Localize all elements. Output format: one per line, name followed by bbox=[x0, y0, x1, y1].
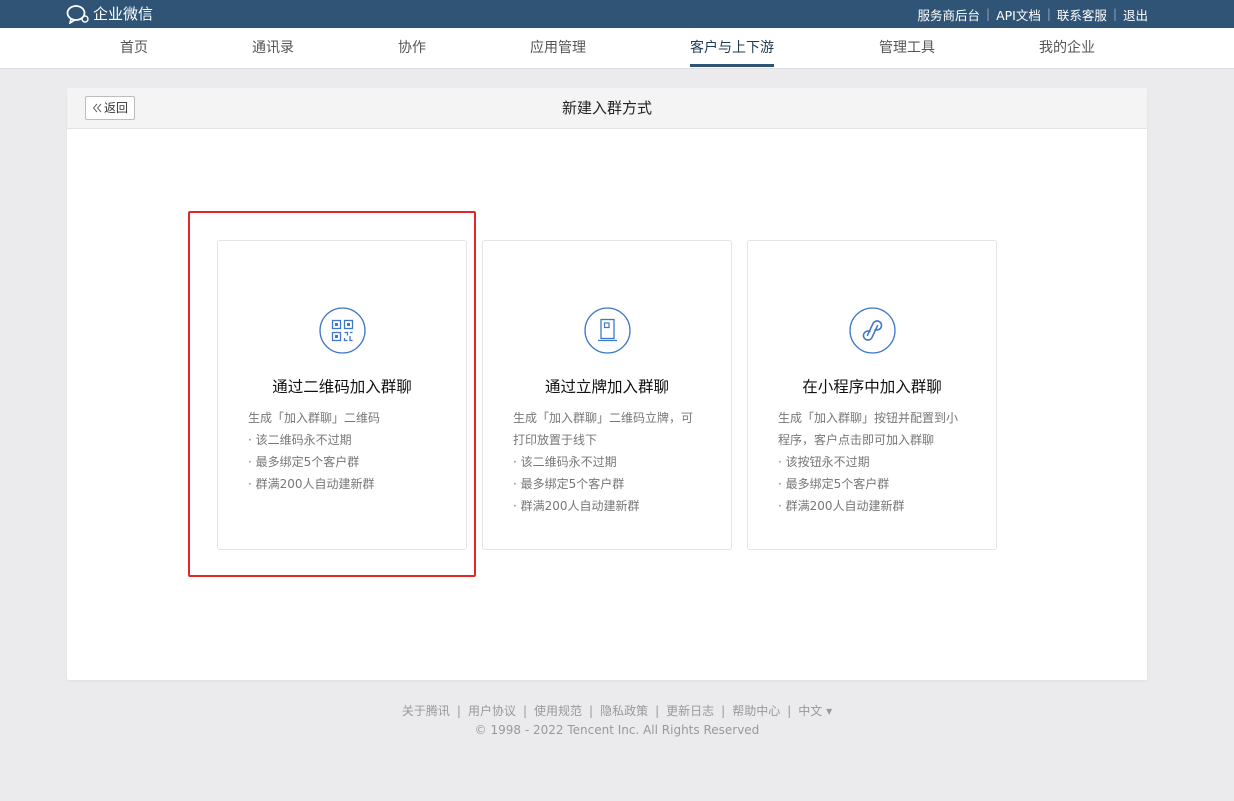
footer-link-privacy[interactable]: 隐私政策 bbox=[600, 704, 648, 718]
card-desc-line: 程序，客户点击即可加入群聊 bbox=[778, 433, 935, 447]
footer-link-usage-rules[interactable]: 使用规范 bbox=[534, 704, 582, 718]
separator: | bbox=[655, 704, 660, 718]
card-desc-line: · 群满200人自动建新群 bbox=[248, 477, 375, 491]
card-desc-line: · 最多绑定5个客户群 bbox=[248, 455, 360, 469]
card-desc-line: · 最多绑定5个客户群 bbox=[778, 477, 890, 491]
app-logo[interactable]: 企业微信 bbox=[66, 3, 153, 25]
separator: | bbox=[787, 704, 792, 718]
back-button-label: 返回 bbox=[104, 101, 129, 115]
card-title: 通过二维码加入群聊 bbox=[272, 378, 412, 396]
link-api-docs[interactable]: API文档 bbox=[996, 5, 1041, 24]
card-desc-line: 生成「加入群聊」二维码立牌，可 bbox=[513, 411, 694, 425]
nav-app-management[interactable]: 应用管理 bbox=[530, 28, 586, 68]
main-panel: 新建入群方式 返回 通过二维码加入群聊 生成「加入群聊」二维码 · 该二维码永不… bbox=[67, 88, 1147, 680]
card-desc-line: · 该二维码永不过期 bbox=[513, 455, 617, 469]
card-desc-line: · 群满200人自动建新群 bbox=[778, 499, 905, 513]
qr-code-icon bbox=[319, 307, 366, 354]
card-desc-line: · 最多绑定5个客户群 bbox=[513, 477, 625, 491]
card-description: 生成「加入群聊」二维码 · 该二维码永不过期 · 最多绑定5个客户群 · 群满2… bbox=[248, 407, 444, 495]
card-desc-line: 打印放置于线下 bbox=[513, 433, 598, 447]
link-contact-support[interactable]: 联系客服 bbox=[1057, 5, 1107, 24]
separator: | bbox=[721, 704, 726, 718]
nav-home[interactable]: 首页 bbox=[120, 28, 148, 68]
card-desc-line: 生成「加入群聊」按钮并配置到小 bbox=[778, 411, 959, 425]
footer-link-changelog[interactable]: 更新日志 bbox=[666, 704, 714, 718]
top-links: 服务商后台 | API文档 | 联系客服 | 退出 bbox=[918, 0, 1148, 28]
card-desc-line: 生成「加入群聊」二维码 bbox=[248, 411, 381, 425]
card-title: 通过立牌加入群聊 bbox=[544, 378, 669, 396]
copyright: © 1998 - 2022 Tencent Inc. All Rights Re… bbox=[474, 723, 760, 737]
wecom-logo-icon bbox=[66, 5, 89, 24]
nav-management-tools[interactable]: 管理工具 bbox=[879, 28, 935, 68]
link-logout[interactable]: 退出 bbox=[1123, 5, 1148, 24]
main-nav: 首页 通讯录 协作 应用管理 客户与上下游 管理工具 我的企业 bbox=[0, 28, 1234, 69]
card-title: 在小程序中加入群聊 bbox=[802, 378, 942, 396]
back-button[interactable]: 返回 bbox=[85, 96, 136, 120]
nav-my-enterprise[interactable]: 我的企业 bbox=[1039, 28, 1095, 68]
card-desc-line: · 该按钮永不过期 bbox=[778, 455, 870, 469]
separator: | bbox=[1046, 7, 1051, 21]
panel-header: 新建入群方式 返回 bbox=[67, 88, 1147, 129]
language-selector[interactable]: 中文 ▾ bbox=[798, 704, 832, 718]
separator: | bbox=[456, 704, 461, 718]
link-service-provider[interactable]: 服务商后台 bbox=[918, 5, 981, 24]
separator: | bbox=[1112, 7, 1117, 21]
double-chevron-left-icon bbox=[92, 103, 102, 113]
app-logo-text: 企业微信 bbox=[93, 5, 154, 23]
separator: | bbox=[589, 704, 594, 718]
card-miniprogram-join[interactable]: 在小程序中加入群聊 生成「加入群聊」按钮并配置到小 程序，客户点击即可加入群聊 … bbox=[747, 240, 997, 550]
standee-icon bbox=[584, 307, 631, 354]
card-description: 生成「加入群聊」二维码立牌，可 打印放置于线下 · 该二维码永不过期 · 最多绑… bbox=[513, 407, 709, 517]
nav-customers[interactable]: 客户与上下游 bbox=[690, 28, 774, 68]
footer-link-help[interactable]: 帮助中心 bbox=[732, 704, 780, 718]
footer-links: 关于腾讯 | 用户协议 | 使用规范 | 隐私政策 | 更新日志 | 帮助中心 | 中文 ▾ bbox=[0, 702, 1234, 719]
mini-program-icon bbox=[849, 307, 896, 354]
card-desc-line: · 群满200人自动建新群 bbox=[513, 499, 640, 513]
footer-link-about[interactable]: 关于腾讯 bbox=[402, 704, 450, 718]
separator: | bbox=[522, 704, 528, 718]
top-bar: 企业微信 服务商后台 | API文档 | 联系客服 | 退出 bbox=[0, 0, 1234, 28]
footer-link-user-agreement[interactable]: 用户协议 bbox=[468, 704, 516, 718]
nav-contacts[interactable]: 通讯录 bbox=[252, 28, 294, 68]
card-desc-line: · 该二维码永不过期 bbox=[248, 433, 352, 447]
card-description: 生成「加入群聊」按钮并配置到小 程序，客户点击即可加入群聊 · 该按钮永不过期 … bbox=[778, 407, 974, 517]
nav-collaboration[interactable]: 协作 bbox=[398, 28, 426, 68]
card-qrcode-join[interactable]: 通过二维码加入群聊 生成「加入群聊」二维码 · 该二维码永不过期 · 最多绑定5… bbox=[217, 240, 467, 550]
page-title: 新建入群方式 bbox=[561, 99, 652, 117]
separator: | bbox=[986, 7, 991, 21]
card-standee-join[interactable]: 通过立牌加入群聊 生成「加入群聊」二维码立牌，可 打印放置于线下 · 该二维码永… bbox=[482, 240, 732, 550]
